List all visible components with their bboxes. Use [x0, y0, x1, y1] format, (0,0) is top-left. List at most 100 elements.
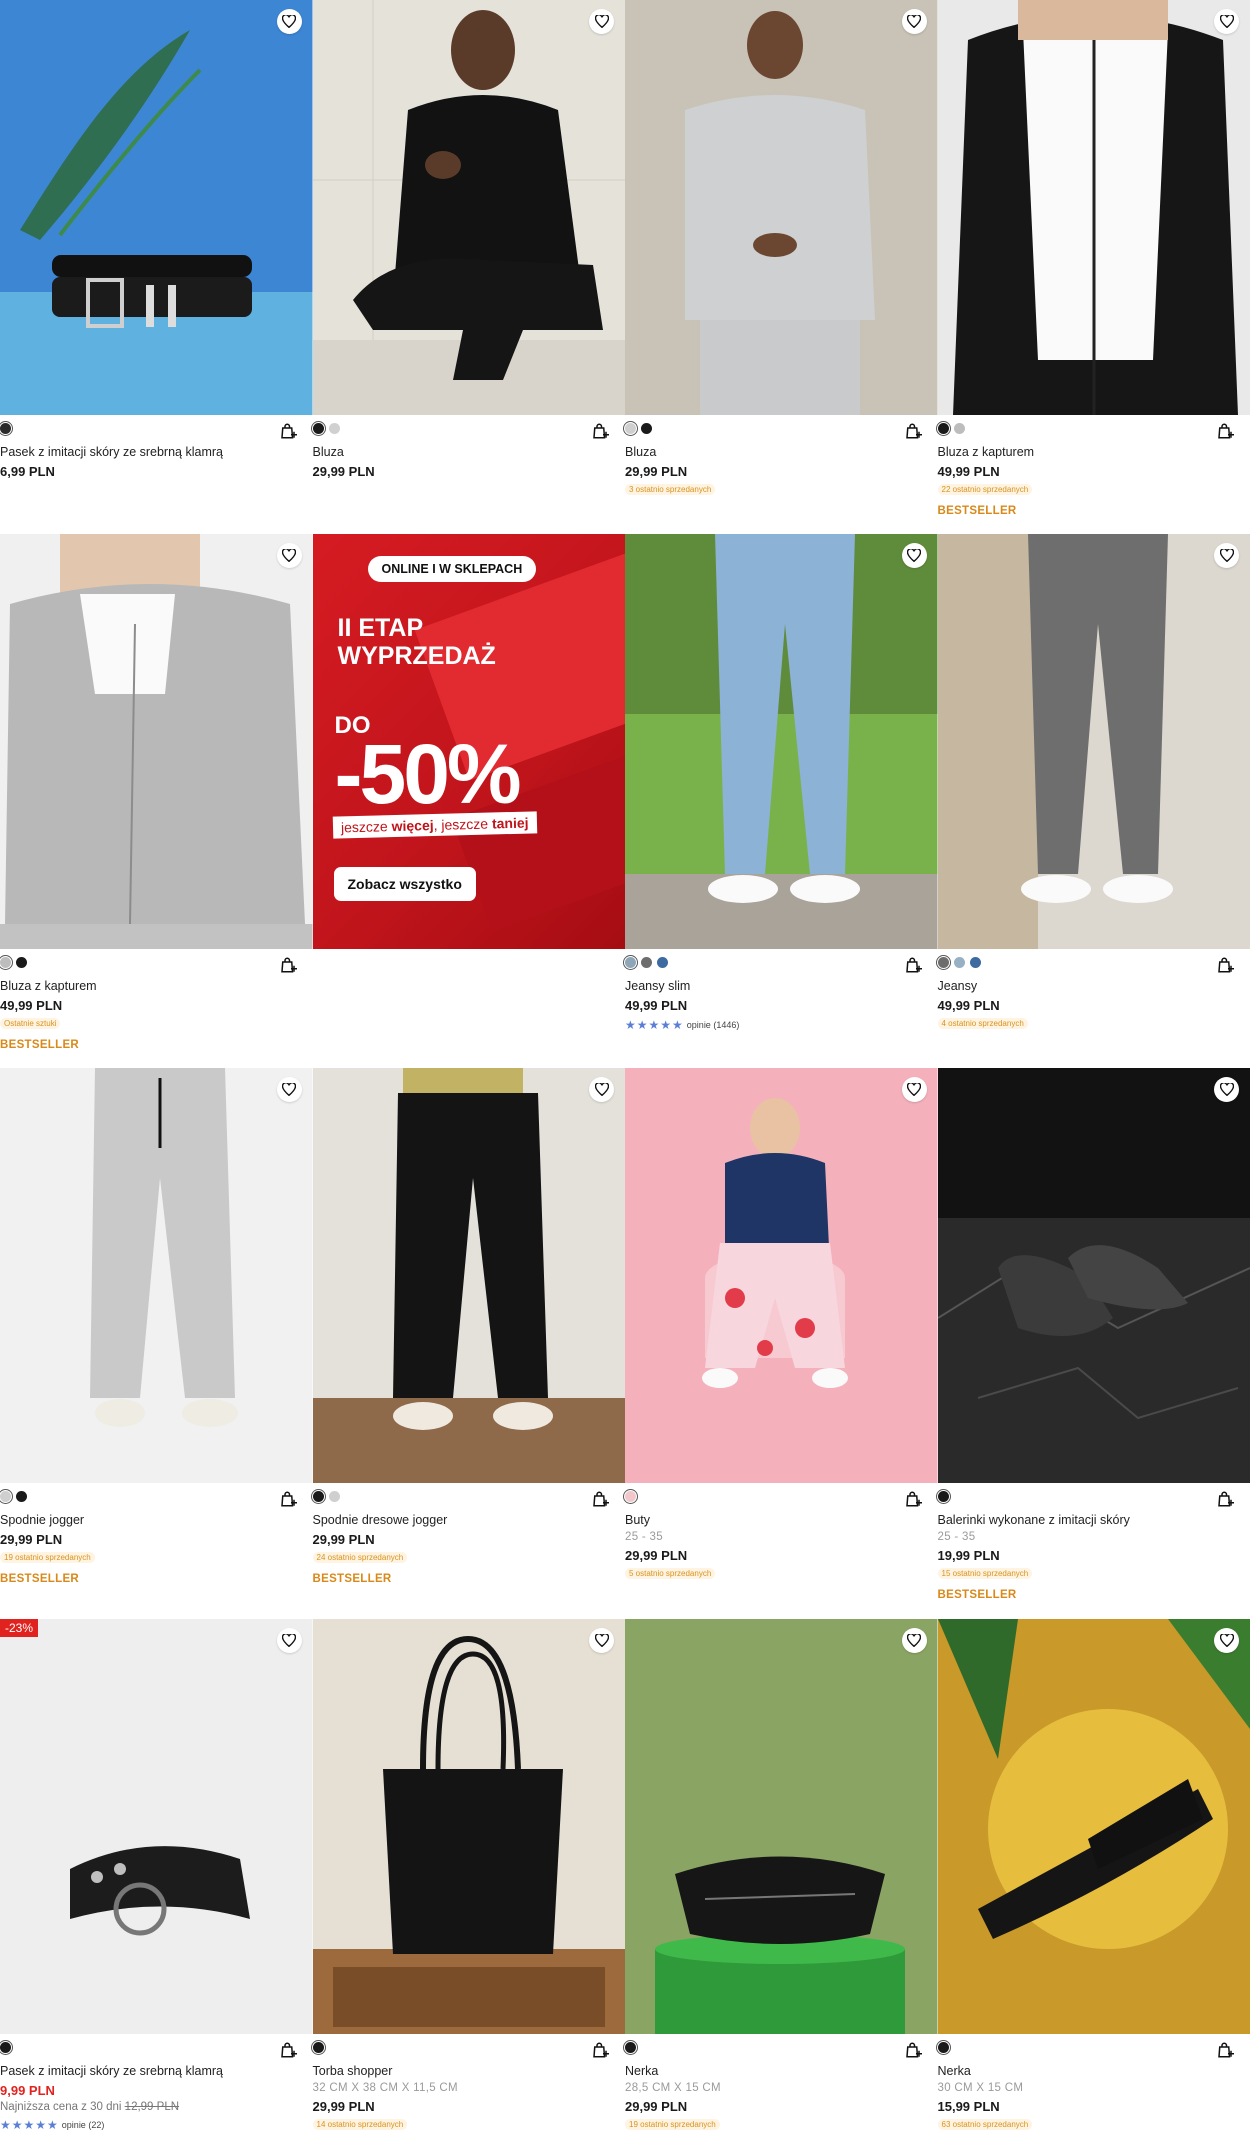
color-swatch[interactable] [625, 957, 636, 968]
add-to-bag-icon[interactable] [1216, 422, 1234, 440]
product-image[interactable] [625, 534, 938, 949]
favorite-button[interactable] [901, 9, 927, 34]
product-card[interactable]: -23% Pasek z imitacji skóry ze srebrną k… [0, 1619, 313, 2132]
product-card[interactable]: Bluza z kapturem 49,99 PLN 22 ostatnio s… [937, 0, 1250, 517]
product-rating[interactable]: ★★★★★ opinie (1446) [625, 1018, 938, 1032]
color-swatch[interactable] [312, 2042, 324, 2053]
add-to-bag-icon[interactable] [591, 422, 609, 440]
color-swatch[interactable] [625, 2042, 636, 2053]
product-image[interactable] [0, 1068, 313, 1483]
color-swatch[interactable] [937, 1491, 949, 1502]
product-card[interactable]: Nerka 30 CM X 15 CM 15,99 PLN 63 ostatni… [937, 1619, 1250, 2132]
favorite-button[interactable] [1214, 1628, 1239, 1653]
product-card[interactable]: Balerinki wykonane z imitacji skóry 25 -… [937, 1068, 1250, 1601]
product-card[interactable]: Bluza 29,99 PLN 3 ostatnio sprzedanych [625, 0, 938, 517]
add-to-bag-icon[interactable] [1216, 1490, 1234, 1508]
color-swatch[interactable] [328, 423, 340, 434]
product-image[interactable] [312, 1068, 625, 1483]
product-name[interactable]: Bluza z kapturem [938, 445, 1250, 459]
product-card[interactable]: Buty 25 - 35 29,99 PLN 5 ostatnio sprzed… [625, 1068, 938, 1601]
product-card[interactable]: Pasek z imitacji skóry ze srebrną klamrą… [0, 0, 313, 517]
color-swatch[interactable] [657, 957, 668, 968]
product-image[interactable] [937, 1619, 1250, 2034]
product-image[interactable] [937, 534, 1250, 949]
color-swatch[interactable] [0, 1491, 11, 1502]
add-to-bag-icon[interactable] [1216, 956, 1234, 974]
promo-cta-button[interactable]: Zobacz wszystko [333, 867, 476, 901]
product-name[interactable]: Bluza z kapturem [0, 979, 313, 993]
product-name[interactable]: Bluza [625, 445, 938, 459]
product-image[interactable] [937, 1068, 1250, 1483]
color-swatch[interactable] [641, 423, 652, 434]
promo-banner[interactable]: ONLINE I W SKLEPACH II ETAP WYPRZEDAŻ DO… [312, 534, 625, 1051]
color-swatch[interactable] [937, 2042, 949, 2053]
favorite-button[interactable] [901, 543, 927, 568]
favorite-button[interactable] [1214, 1077, 1239, 1102]
product-card[interactable]: Jeansy 49,99 PLN 4 ostatnio sprzedanych [937, 534, 1250, 1051]
product-name[interactable]: Nerka [938, 2064, 1250, 2078]
promo-image[interactable]: ONLINE I W SKLEPACH II ETAP WYPRZEDAŻ DO… [312, 534, 625, 949]
product-card[interactable]: Bluza z kapturem 49,99 PLN Ostatnie sztu… [0, 534, 313, 1051]
product-name[interactable]: Bluza [313, 445, 626, 459]
color-swatch[interactable] [937, 423, 949, 434]
add-to-bag-icon[interactable] [904, 956, 922, 974]
add-to-bag-icon[interactable] [279, 956, 297, 974]
favorite-button[interactable] [276, 1628, 302, 1653]
product-name[interactable]: Nerka [625, 2064, 938, 2078]
color-swatch[interactable] [0, 957, 11, 968]
product-name[interactable]: Jeansy [938, 979, 1250, 993]
product-name[interactable]: Balerinki wykonane z imitacji skóry [938, 1513, 1250, 1527]
favorite-button[interactable] [901, 1077, 927, 1102]
product-image[interactable] [625, 0, 938, 415]
add-to-bag-icon[interactable] [279, 1490, 297, 1508]
product-name[interactable]: Torba shopper [313, 2064, 626, 2078]
favorite-button[interactable] [589, 1077, 614, 1102]
product-card[interactable]: Spodnie dresowe jogger 29,99 PLN 24 osta… [312, 1068, 625, 1601]
add-to-bag-icon[interactable] [591, 1490, 609, 1508]
product-image[interactable] [0, 0, 313, 415]
add-to-bag-icon[interactable] [279, 2041, 297, 2059]
product-card[interactable]: Jeansy slim 49,99 PLN ★★★★★ opinie (1446… [625, 534, 938, 1051]
product-card[interactable]: Nerka 28,5 CM X 15 CM 29,99 PLN 19 ostat… [625, 1619, 938, 2132]
add-to-bag-icon[interactable] [1216, 2041, 1234, 2059]
favorite-button[interactable] [1214, 9, 1239, 34]
product-image[interactable] [625, 1619, 938, 2034]
product-name[interactable]: Spodnie jogger [0, 1513, 313, 1527]
product-image[interactable] [312, 1619, 625, 2034]
add-to-bag-icon[interactable] [904, 2041, 922, 2059]
color-swatch[interactable] [328, 1491, 340, 1502]
product-name[interactable]: Pasek z imitacji skóry ze srebrną klamrą [0, 2064, 313, 2078]
favorite-button[interactable] [589, 1628, 614, 1653]
product-name[interactable]: Jeansy slim [625, 979, 938, 993]
color-swatch[interactable] [641, 957, 652, 968]
color-swatch[interactable] [953, 423, 965, 434]
product-rating[interactable]: ★★★★★ opinie (22) [0, 2118, 313, 2132]
product-image[interactable] [0, 534, 313, 949]
product-card[interactable]: Spodnie jogger 29,99 PLN 19 ostatnio spr… [0, 1068, 313, 1601]
color-swatch[interactable] [16, 1491, 27, 1502]
color-swatch[interactable] [937, 957, 949, 968]
color-swatch[interactable] [969, 957, 981, 968]
favorite-button[interactable] [276, 9, 302, 34]
favorite-button[interactable] [276, 1077, 302, 1102]
product-name[interactable]: Buty [625, 1513, 938, 1527]
product-card[interactable]: Bluza 29,99 PLN [312, 0, 626, 517]
add-to-bag-icon[interactable] [591, 2041, 609, 2059]
color-swatch[interactable] [16, 957, 27, 968]
favorite-button[interactable] [901, 1628, 927, 1653]
favorite-button[interactable] [276, 543, 302, 568]
color-swatch[interactable] [625, 1491, 636, 1502]
add-to-bag-icon[interactable] [904, 422, 922, 440]
color-swatch[interactable] [625, 423, 636, 434]
color-swatch[interactable] [953, 957, 965, 968]
color-swatch[interactable] [0, 423, 11, 434]
favorite-button[interactable] [1214, 543, 1239, 568]
product-image[interactable]: -23% [0, 1619, 313, 2034]
product-name[interactable]: Pasek z imitacji skóry ze srebrną klamrą [0, 445, 313, 459]
favorite-button[interactable] [589, 9, 614, 34]
product-image[interactable] [937, 0, 1250, 415]
product-card[interactable]: Torba shopper 32 CM X 38 CM X 11,5 CM 29… [312, 1619, 626, 2132]
add-to-bag-icon[interactable] [279, 422, 297, 440]
color-swatch[interactable] [312, 423, 324, 434]
color-swatch[interactable] [312, 1491, 324, 1502]
